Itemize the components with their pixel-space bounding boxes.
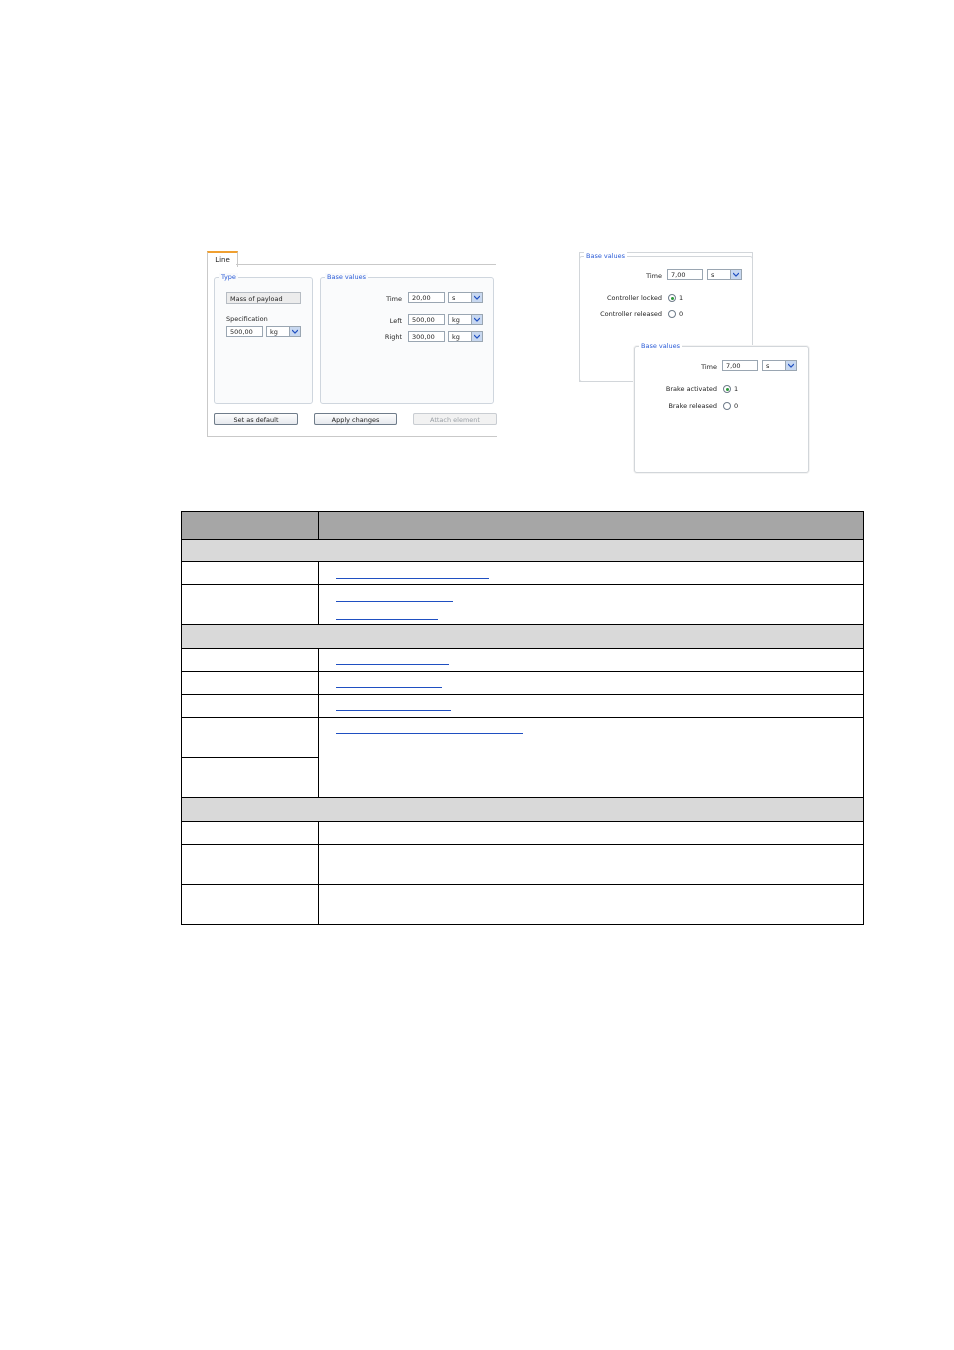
chevron-down-icon[interactable] [785, 361, 796, 370]
right-unit-value: kg [452, 333, 460, 341]
table-link[interactable] [335, 733, 523, 734]
left-label: Left [389, 317, 402, 325]
chevron-down-icon[interactable] [471, 315, 482, 324]
table-row [181, 694, 865, 718]
base-values-legend: Base values [325, 273, 369, 281]
table-section-cell [181, 624, 864, 649]
chevron-down-icon[interactable] [471, 332, 482, 341]
right-unit-select[interactable]: kg [448, 331, 483, 342]
table-row [181, 584, 865, 625]
table-section-row [181, 624, 864, 649]
controller-base-values-legend: Base values [584, 252, 628, 260]
table-cell [317, 648, 865, 672]
table-section-row [181, 797, 864, 822]
type-group-legend: Type [219, 273, 238, 281]
table-row [181, 717, 865, 798]
apply-changes-button[interactable]: Apply changes [314, 413, 397, 425]
table-row [181, 884, 865, 925]
table-cell [181, 694, 319, 718]
controller-locked-radio[interactable] [668, 294, 676, 302]
left-unit-select[interactable]: kg [448, 314, 483, 325]
specification-input[interactable]: 500,00 [226, 326, 263, 337]
table-cell [181, 648, 319, 672]
table-cell [181, 844, 319, 885]
brake-released-value: 0 [734, 402, 739, 410]
time-label: Time [386, 295, 402, 303]
table-cell [317, 694, 865, 718]
table-header-row [181, 511, 865, 540]
left-unit-value: kg [452, 316, 460, 324]
table-header-cell [181, 511, 319, 540]
table-row [181, 648, 865, 672]
tab-line-label: Line [215, 256, 230, 264]
controller-locked-label: Controller locked [606, 294, 662, 302]
table-cell [317, 584, 865, 625]
table-section-cell [181, 797, 864, 822]
table-section-row [181, 539, 864, 562]
table-link[interactable] [335, 664, 449, 665]
parameter-table [181, 511, 865, 925]
set-as-default-button[interactable]: Set as default [214, 413, 298, 425]
table-link[interactable] [335, 601, 453, 602]
controller-locked-value: 1 [679, 294, 684, 302]
brake-released-label: Brake released [668, 402, 717, 410]
controller-released-radio[interactable] [668, 310, 676, 318]
controller-time-label: Time [646, 272, 662, 280]
table-cell [317, 821, 865, 845]
controller-released-value: 0 [679, 310, 684, 318]
brake-time-input[interactable]: 7,00 [722, 360, 758, 371]
table-row [181, 844, 865, 885]
table-cell [317, 717, 865, 798]
left-input[interactable]: 500,00 [408, 314, 445, 325]
specification-label: Specification [226, 315, 268, 323]
controller-time-input[interactable]: 7,00 [667, 269, 703, 280]
table-cell [317, 671, 865, 695]
table-link[interactable] [335, 578, 489, 579]
right-label: Right [384, 333, 402, 341]
table-cell [181, 884, 319, 925]
chevron-down-icon[interactable] [730, 270, 741, 279]
time-unit-value: s [452, 294, 456, 302]
table-cell [181, 821, 319, 845]
table-link[interactable] [335, 687, 442, 688]
specification-unit-value: kg [270, 328, 278, 336]
table-row [181, 821, 865, 845]
attach-element-button[interactable]: Attach element [413, 413, 497, 425]
brake-activated-radio[interactable] [723, 385, 731, 393]
table-cell [317, 561, 865, 585]
chevron-down-icon[interactable] [471, 293, 482, 302]
table-section-cell [181, 539, 864, 562]
controller-time-unit-select[interactable]: s [707, 269, 742, 280]
controller-time-unit-value: s [711, 271, 715, 279]
brake-activated-value: 1 [734, 385, 739, 393]
time-unit-select[interactable]: s [448, 292, 483, 303]
controller-released-label: Controller released [600, 310, 662, 318]
table-link[interactable] [335, 710, 451, 711]
table-link[interactable] [335, 619, 438, 620]
right-input[interactable]: 300,00 [408, 331, 445, 342]
table-cell [317, 844, 865, 885]
table-header-cell [317, 511, 865, 540]
table-cell [181, 584, 319, 625]
brake-time-label: Time [701, 363, 717, 371]
brake-activated-label: Brake activated [665, 385, 717, 393]
type-selected-value: Mass of payload [226, 292, 301, 304]
brake-time-unit-select[interactable]: s [762, 360, 797, 371]
specification-unit-select[interactable]: kg [266, 326, 301, 337]
chevron-down-icon[interactable] [289, 327, 300, 336]
table-row [181, 561, 865, 585]
table-cell [181, 717, 319, 758]
brake-time-unit-value: s [766, 362, 770, 370]
table-cell [181, 757, 319, 798]
brake-released-radio[interactable] [723, 402, 731, 410]
table-cell [181, 561, 319, 585]
table-cell [181, 671, 319, 695]
time-input[interactable]: 20,00 [408, 292, 445, 303]
table-row [181, 671, 865, 695]
brake-base-values-legend: Base values [639, 342, 683, 350]
table-cell [317, 884, 865, 925]
